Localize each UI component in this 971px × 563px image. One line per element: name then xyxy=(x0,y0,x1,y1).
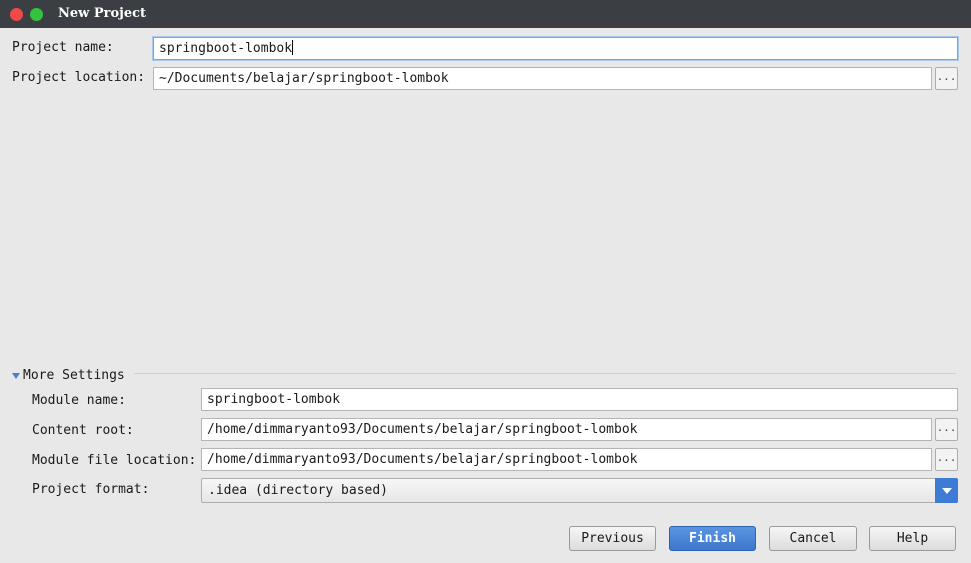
title-bar: New Project xyxy=(0,0,971,28)
project-name-value: springboot-lombok xyxy=(159,41,293,56)
module-file-location-browse-button[interactable]: ... xyxy=(935,448,958,471)
text-caret xyxy=(292,40,294,55)
maximize-window-button[interactable] xyxy=(30,8,43,21)
content-root-browse-button[interactable]: ... xyxy=(935,418,958,441)
project-name-label: Project name: xyxy=(12,40,114,55)
more-settings-title: More Settings xyxy=(23,368,125,383)
project-location-label: Project location: xyxy=(12,70,146,85)
content-root-input[interactable]: /home/dimmaryanto93/Documents/belajar/sp… xyxy=(201,418,932,441)
project-format-value: .idea (directory based) xyxy=(208,483,389,498)
module-name-input[interactable]: springboot-lombok xyxy=(201,388,958,411)
separator xyxy=(134,373,956,374)
project-name-input[interactable]: springboot-lombok xyxy=(153,37,958,60)
module-file-location-label: Module file location: xyxy=(32,453,197,468)
cancel-button[interactable]: Cancel xyxy=(769,526,857,551)
content-root-label: Content root: xyxy=(32,423,134,438)
dropdown-arrow-icon[interactable] xyxy=(935,478,958,503)
project-format-select[interactable]: .idea (directory based) xyxy=(201,478,958,503)
finish-button[interactable]: Finish xyxy=(669,526,756,551)
module-file-location-input[interactable]: /home/dimmaryanto93/Documents/belajar/sp… xyxy=(201,448,932,471)
more-settings-toggle[interactable]: More Settings xyxy=(12,368,125,383)
window-title: New Project xyxy=(58,6,147,21)
project-location-input[interactable]: ~/Documents/belajar/springboot-lombok xyxy=(153,67,932,90)
project-format-label: Project format: xyxy=(32,482,150,497)
help-button[interactable]: Help xyxy=(869,526,956,551)
expand-triangle-icon xyxy=(12,372,20,379)
previous-button[interactable]: Previous xyxy=(569,526,656,551)
close-window-button[interactable] xyxy=(10,8,23,21)
project-location-browse-button[interactable]: ... xyxy=(935,67,958,90)
module-name-label: Module name: xyxy=(32,393,126,408)
